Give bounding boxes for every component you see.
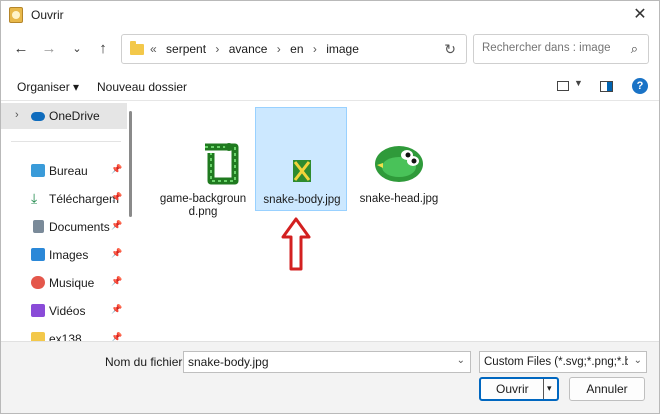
open-options-chevron-icon[interactable]: ▾ — [547, 383, 552, 394]
breadcrumb-item[interactable]: en — [290, 42, 303, 56]
folder-icon — [31, 332, 45, 341]
breadcrumb-separator[interactable]: › — [215, 42, 219, 56]
view-options-icon[interactable] — [557, 81, 569, 91]
cancel-button[interactable]: Annuler — [569, 377, 645, 401]
chevron-down-icon[interactable]: ⌄ — [631, 355, 642, 366]
desktop-icon — [31, 164, 45, 177]
search-input[interactable] — [482, 42, 622, 54]
open-file-dialog: Ouvrir ✕ ← → ⌄ ↑ « serpent › avance › en… — [0, 0, 660, 414]
sidebar-item-videos[interactable]: Vidéos 📌 — [1, 298, 127, 324]
videos-icon — [31, 304, 45, 317]
file-name-line: d.png — [188, 206, 218, 218]
organize-button[interactable]: Organiser ▾ — [17, 80, 79, 94]
help-icon[interactable]: ? — [632, 78, 648, 94]
chevron-down-icon[interactable]: ▼ — [574, 78, 583, 88]
breadcrumb-separator[interactable]: › — [277, 42, 281, 56]
cloud-icon — [31, 112, 45, 121]
breadcrumb-item[interactable]: image — [326, 42, 359, 56]
pin-icon: 📌 — [111, 192, 123, 202]
file-item[interactable]: game-backgroun d.png — [157, 107, 249, 218]
sidebar-item-telechargements[interactable]: ⤓ Téléchargem 📌 — [1, 186, 127, 212]
title-bar[interactable]: Ouvrir ✕ — [1, 1, 659, 29]
app-icon — [9, 7, 23, 23]
address-bar[interactable]: « serpent › avance › en › image ↻ — [121, 34, 467, 64]
command-bar: Organiser ▾ Nouveau dossier ▼ ? — [1, 73, 659, 101]
recent-locations-chevron-icon[interactable]: ⌄ — [67, 39, 87, 59]
search-icon[interactable]: ⌕ — [631, 41, 638, 57]
preview-pane-icon[interactable] — [600, 81, 613, 92]
cancel-button-label: Annuler — [586, 382, 628, 396]
sidebar-item-ex138[interactable]: ex138 📌 — [1, 326, 127, 341]
sidebar-item-label: Bureau — [49, 164, 88, 178]
snake-head-thumbnail-icon — [361, 141, 437, 187]
filename-label: Nom du fichier : — [105, 355, 190, 369]
file-type-select[interactable]: Custom Files (*.svg;*.png;*.bmp; ⌄ — [479, 351, 647, 373]
pin-icon: 📌 — [111, 332, 123, 341]
breadcrumb-item[interactable]: avance — [229, 42, 268, 56]
pin-icon: 📌 — [111, 248, 123, 258]
music-icon — [31, 276, 45, 289]
navigation-bar: ← → ⌄ ↑ « serpent › avance › en › image … — [1, 29, 659, 69]
file-type-value: Custom Files (*.svg;*.png;*.bmp; — [484, 356, 628, 368]
sidebar-scrollbar-thumb[interactable] — [129, 111, 132, 217]
forward-arrow-icon[interactable]: → — [39, 39, 59, 59]
breadcrumb-separator[interactable]: › — [313, 42, 317, 56]
sidebar-item-label: Musique — [49, 276, 95, 290]
new-folder-button[interactable]: Nouveau dossier — [97, 80, 187, 94]
sidebar-item-label: Téléchargem — [49, 192, 120, 206]
sidebar-item-label: Vidéos — [49, 304, 86, 318]
sidebar-item-images[interactable]: Images 📌 — [1, 242, 127, 268]
sidebar-item-label: OneDrive — [49, 109, 100, 123]
annotation-arrow-icon — [281, 217, 311, 271]
pin-icon: 📌 — [111, 304, 123, 314]
filename-combobox[interactable]: ⌄ — [183, 351, 471, 373]
file-name-line: game-backgroun — [159, 193, 247, 205]
close-icon[interactable]: ✕ — [631, 6, 649, 24]
open-button-label: Ouvrir — [496, 382, 529, 396]
search-box[interactable]: ⌕ — [473, 34, 649, 64]
sidebar-divider — [11, 141, 121, 142]
pin-icon: 📌 — [111, 164, 123, 174]
pin-icon: 📌 — [111, 220, 123, 230]
game-background-thumbnail-icon — [165, 141, 241, 187]
sidebar-item-musique[interactable]: Musique 📌 — [1, 270, 127, 296]
file-name: game-backgroun d.png — [157, 193, 249, 219]
refresh-icon[interactable]: ↻ — [444, 41, 456, 58]
back-arrow-icon[interactable]: ← — [11, 39, 31, 59]
split-divider — [543, 379, 544, 399]
chevron-right-icon[interactable]: › — [15, 109, 19, 121]
file-thumbnail — [361, 141, 437, 187]
open-button[interactable]: Ouvrir ▾ — [479, 377, 559, 401]
file-name: snake-body.jpg — [263, 194, 341, 206]
up-arrow-icon[interactable]: ↑ — [93, 39, 113, 59]
download-icon: ⤓ — [31, 190, 38, 206]
breadcrumb-item[interactable]: serpent — [166, 42, 206, 56]
breadcrumb: « serpent › avance › en › image — [150, 42, 365, 56]
file-name: snake-head.jpg — [359, 193, 439, 205]
chevron-down-icon[interactable]: ⌄ — [457, 355, 465, 366]
filename-input[interactable] — [188, 355, 448, 369]
sidebar-item-onedrive[interactable]: › OneDrive — [1, 103, 127, 129]
file-list[interactable]: game-backgroun d.png snake-body.jpg snak… — [137, 101, 659, 341]
file-item-selected[interactable]: snake-body.jpg — [255, 107, 347, 211]
snake-body-thumbnail-icon — [293, 160, 311, 182]
folder-icon — [130, 41, 144, 55]
file-thumbnail — [165, 141, 241, 187]
sidebar-item-label: Documents — [49, 220, 110, 234]
sidebar-item-bureau[interactable]: Bureau 📌 — [1, 158, 127, 184]
sidebar-item-label: Images — [49, 248, 89, 262]
documents-icon — [33, 220, 44, 233]
images-icon — [31, 248, 45, 261]
navigation-pane: › OneDrive Bureau 📌 ⤓ Téléchargem 📌 Docu… — [1, 101, 135, 341]
file-thumbnail — [263, 142, 339, 188]
breadcrumb-overflow[interactable]: « — [150, 42, 157, 56]
sidebar-item-documents[interactable]: Documents 📌 — [1, 214, 127, 240]
sidebar-item-label: ex138 — [49, 332, 82, 341]
window-title: Ouvrir — [31, 8, 64, 22]
dialog-footer: Nom du fichier : ⌄ Custom Files (*.svg;*… — [1, 341, 659, 413]
file-item[interactable]: snake-head.jpg — [353, 107, 445, 211]
pin-icon: 📌 — [111, 276, 123, 286]
